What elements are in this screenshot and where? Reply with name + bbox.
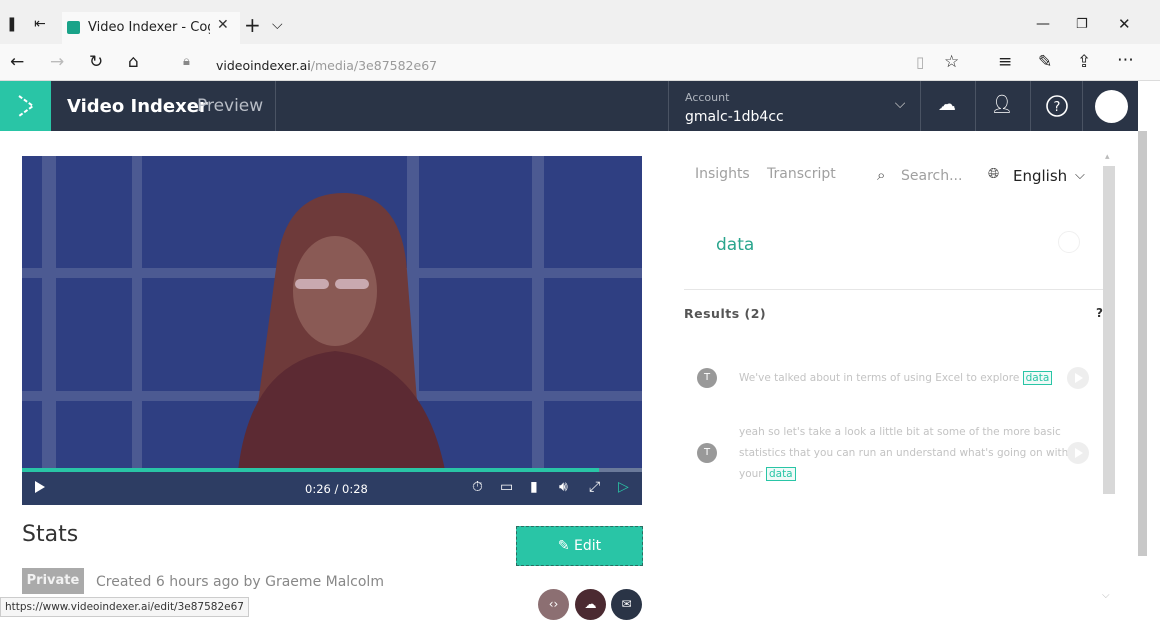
divider <box>684 289 1104 290</box>
tab-insights[interactable]: Insights <box>695 166 750 182</box>
volume-icon[interactable]: 🔊︎ <box>559 479 568 495</box>
speed-timer-icon[interactable]: ⏱︎ <box>472 479 483 495</box>
header-divider <box>1030 81 1031 131</box>
fullscreen-icon[interactable]: ⤢ <box>589 479 600 495</box>
list-item[interactable]: yeah so let's take a look a little bit a… <box>739 422 1068 485</box>
header-divider <box>668 81 669 131</box>
tabs-menu-icon[interactable]: ❚ <box>6 14 18 34</box>
status-bar-url: https://www.videoindexer.ai/edit/3e87582… <box>0 597 249 617</box>
url-path: /media/3e87582e67 <box>310 58 438 73</box>
account-name[interactable]: gmalc-1db4cc <box>685 109 784 125</box>
address-bar-row: ← → ↻ ⌂ 🔒︎ videoindexer.ai/media/3e87582… <box>0 44 1160 81</box>
scroll-down-icon[interactable]: ⌵ <box>1102 590 1110 601</box>
header-divider <box>920 81 921 131</box>
forward-icon[interactable]: → <box>50 52 64 72</box>
scroll-up-icon[interactable]: ▴ <box>1105 152 1110 162</box>
svg-text:?: ? <box>1054 100 1061 115</box>
chevron-down-icon[interactable]: ⌵ <box>1075 168 1085 183</box>
language-select[interactable]: English <box>1013 167 1067 185</box>
speaker-image <box>238 192 445 469</box>
window-frame <box>532 156 544 469</box>
search-query-text[interactable]: data <box>716 235 754 255</box>
clear-search-icon[interactable] <box>1058 231 1080 253</box>
web-note-icon[interactable]: ✎ <box>1038 52 1052 72</box>
player-logo-icon: ▷ <box>618 479 629 495</box>
result-text: your <box>739 468 763 480</box>
panel-scrollbar[interactable] <box>1103 166 1115 494</box>
quality-icon[interactable]: ▮ <box>530 479 538 495</box>
share-icon[interactable]: ⇪ <box>1077 52 1091 72</box>
play-result-icon[interactable] <box>1067 442 1089 464</box>
window-frame <box>42 156 56 469</box>
preview-label: Preview <box>197 96 264 116</box>
result-text: statistics that you can run an understan… <box>739 447 1069 459</box>
hub-icon[interactable]: ≡ <box>998 52 1012 72</box>
player-controls: 0:26 / 0:28 ⏱︎ ▭ ▮ 🔊︎ ⤢ ▷ <box>22 472 642 505</box>
play-icon[interactable] <box>34 480 46 498</box>
play-result-icon[interactable] <box>1067 367 1089 389</box>
add-user-icon[interactable]: 👤︎ <box>989 94 1015 115</box>
tab-preview-icon[interactable]: ⌵ <box>272 15 283 35</box>
embed-code-icon[interactable]: ‹› <box>538 589 569 620</box>
edit-button-label: Edit <box>574 538 602 554</box>
lock-icon: 🔒︎ <box>183 54 190 69</box>
app-title[interactable]: Video Indexer <box>67 96 208 117</box>
minimize-icon[interactable]: — <box>1036 14 1050 34</box>
upload-cloud-icon[interactable]: ☁ <box>934 94 960 115</box>
favicon-icon <box>67 21 80 34</box>
privacy-badge: Private <box>22 568 84 594</box>
close-window-icon[interactable]: ✕ <box>1118 14 1131 34</box>
back-icon[interactable]: ← <box>10 52 24 72</box>
url-domain: videoindexer.ai <box>216 58 311 73</box>
transcript-icon: T <box>697 368 717 388</box>
globe-icon: 🌐︎ <box>988 166 1000 182</box>
transcript-icon: T <box>697 443 717 463</box>
window-frame <box>132 156 142 469</box>
account-dropdown-icon[interactable]: ⌵ <box>887 96 913 112</box>
result-text: yeah so let's take a look a little bit a… <box>739 426 1061 438</box>
favorite-star-icon[interactable]: ☆ <box>944 52 959 72</box>
captions-icon[interactable]: ▭ <box>500 479 513 495</box>
help-question-icon[interactable]: ? <box>1096 306 1103 320</box>
header-divider <box>1082 81 1083 131</box>
page-scrollbar[interactable] <box>1138 131 1147 556</box>
tab-transcript[interactable]: Transcript <box>767 166 836 182</box>
browser-tab-bar: ❚ ⇤ Video Indexer - Cogniti ✕ + ⌵ — ❐ ✕ <box>0 0 1160 44</box>
app-header: Video Indexer Preview Account gmalc-1db4… <box>0 81 1138 131</box>
help-icon[interactable]: ? <box>1044 94 1070 123</box>
pencil-icon: ✎ <box>557 538 570 554</box>
refresh-icon[interactable]: ↻ <box>89 52 103 72</box>
app-logo-icon[interactable] <box>0 81 51 131</box>
video-title: Stats <box>22 522 79 547</box>
header-divider <box>275 81 276 131</box>
avatar[interactable] <box>1095 90 1128 123</box>
set-tabs-aside-icon[interactable]: ⇤ <box>34 14 46 34</box>
playback-time: 0:26 / 0:28 <box>305 482 368 496</box>
restore-icon[interactable]: ❐ <box>1076 15 1088 35</box>
created-info: Created 6 hours ago by Graeme Malcolm <box>96 574 384 590</box>
result-highlight: data <box>1022 371 1053 385</box>
reading-view-icon[interactable]: ▯ <box>916 52 924 72</box>
edit-button[interactable]: ✎ Edit <box>516 526 643 566</box>
close-tab-icon[interactable]: ✕ <box>217 17 229 33</box>
search-input[interactable]: Search... <box>901 168 962 184</box>
results-count: Results (2) <box>684 306 767 321</box>
url-field[interactable]: videoindexer.ai/media/3e87582e67 <box>216 55 437 74</box>
result-highlight: data <box>765 467 796 481</box>
more-icon[interactable]: ⋯ <box>1117 50 1134 70</box>
email-share-icon[interactable]: ✉ <box>611 589 642 620</box>
account-label: Account <box>685 91 730 104</box>
browser-tab[interactable]: Video Indexer - Cogniti ✕ <box>62 12 240 44</box>
tab-title: Video Indexer - Cogniti <box>88 20 210 35</box>
download-cloud-icon[interactable]: ☁ <box>575 589 606 620</box>
search-icon: ⌕ <box>877 166 886 184</box>
new-tab-icon[interactable]: + <box>244 15 261 35</box>
video-frame[interactable] <box>22 156 642 469</box>
header-divider <box>975 81 976 131</box>
result-text: We've talked about in terms of using Exc… <box>739 372 1020 384</box>
home-icon[interactable]: ⌂ <box>128 52 139 72</box>
list-item[interactable]: We've talked about in terms of using Exc… <box>739 368 1053 389</box>
